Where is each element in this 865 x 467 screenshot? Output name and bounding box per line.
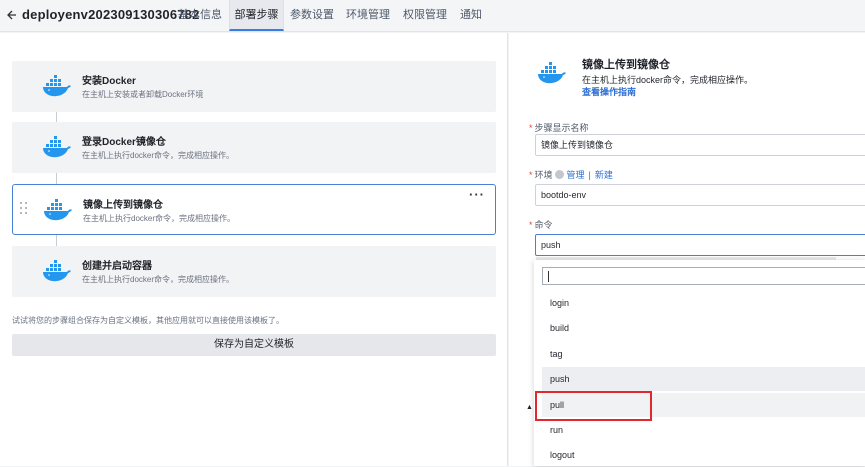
guide-link[interactable]: 查看操作指南 [582, 85, 636, 98]
step-connector [56, 112, 57, 122]
option-tag[interactable]: tag [542, 342, 865, 366]
drag-handle-icon[interactable] [20, 202, 28, 218]
docker-whale-icon [44, 199, 72, 221]
steps-pane: 安装Docker 在主机上安装或者卸载Docker环境 登录Docker镜像仓 … [0, 33, 508, 466]
more-options-button[interactable]: ··· [469, 187, 485, 202]
tab-basic-info[interactable]: 基本信息 [173, 0, 227, 31]
save-template-button[interactable]: 保存为自定义模板 [12, 334, 496, 356]
step-title: 创建并启动容器 [82, 261, 152, 272]
env-label: * 环境 管理 | 新建 [529, 170, 613, 180]
tab-env-manage[interactable]: 环境管理 [341, 0, 395, 31]
step-connector [56, 173, 57, 184]
detail-title: 镜像上传到镜像仓 [582, 59, 670, 71]
highlight-annotation [535, 391, 652, 421]
docker-whale-icon [43, 75, 71, 97]
dropdown-search-input[interactable] [542, 267, 865, 285]
step-card-install-docker[interactable]: 安装Docker 在主机上安装或者卸载Docker环境 [12, 61, 496, 112]
tab-permissions[interactable]: 权限管理 [398, 0, 452, 31]
command-label: * 命令 [529, 220, 553, 230]
docker-whale-icon [538, 62, 566, 84]
command-dropdown: login build tag push pull run logout [534, 260, 865, 466]
option-build[interactable]: build [542, 316, 865, 340]
option-push[interactable]: push [542, 367, 865, 391]
option-logout[interactable]: logout [542, 443, 865, 467]
env-select[interactable]: bootdo-env [535, 184, 865, 206]
step-title: 登录Docker镜像仓 [82, 137, 166, 148]
command-select[interactable]: push [535, 234, 865, 256]
option-login[interactable]: login [542, 291, 865, 315]
env-new-link[interactable]: 新建 [595, 170, 613, 180]
option-run[interactable]: run [542, 418, 865, 442]
env-manage-link[interactable]: 管理 [567, 170, 585, 180]
step-name-input[interactable]: 镜像上传到镜像仓 [535, 134, 865, 156]
step-connector [56, 235, 57, 246]
docker-whale-icon [43, 136, 71, 158]
step-title: 镜像上传到镜像仓 [83, 200, 163, 211]
docker-whale-icon [43, 260, 71, 282]
step-card-push-image[interactable]: 镜像上传到镜像仓 在主机上执行docker命令，完成相应操作。 ··· [12, 184, 496, 235]
step-desc: 在主机上执行docker命令，完成相应操作。 [82, 275, 235, 284]
top-bar: deployenv202309130306782 基本信息 部署步骤 参数设置 … [0, 0, 865, 32]
step-desc: 在主机上安装或者卸载Docker环境 [82, 90, 204, 99]
step-desc: 在主机上执行docker命令，完成相应操作。 [83, 214, 236, 223]
step-name-label: * 步骤显示名称 [529, 123, 589, 133]
tab-params[interactable]: 参数设置 [286, 0, 338, 31]
template-hint: 试试将您的步骤组合保存为自定义模板，其他应用就可以直接使用该模板了。 [12, 316, 284, 325]
caret-up-icon: ▲ [526, 404, 533, 411]
arrow-left-icon[interactable] [6, 6, 20, 24]
step-card-run-container[interactable]: 创建并启动容器 在主机上执行docker命令，完成相应操作。 [12, 246, 496, 297]
text-cursor [548, 271, 549, 282]
step-card-login-registry[interactable]: 登录Docker镜像仓 在主机上执行docker命令，完成相应操作。 [12, 122, 496, 173]
help-circle-icon[interactable] [554, 170, 564, 179]
step-title: 安装Docker [82, 76, 136, 87]
tab-deploy-steps[interactable]: 部署步骤 [229, 0, 284, 31]
tab-notify[interactable]: 通知 [455, 0, 487, 31]
step-desc: 在主机上执行docker命令，完成相应操作。 [82, 151, 235, 160]
